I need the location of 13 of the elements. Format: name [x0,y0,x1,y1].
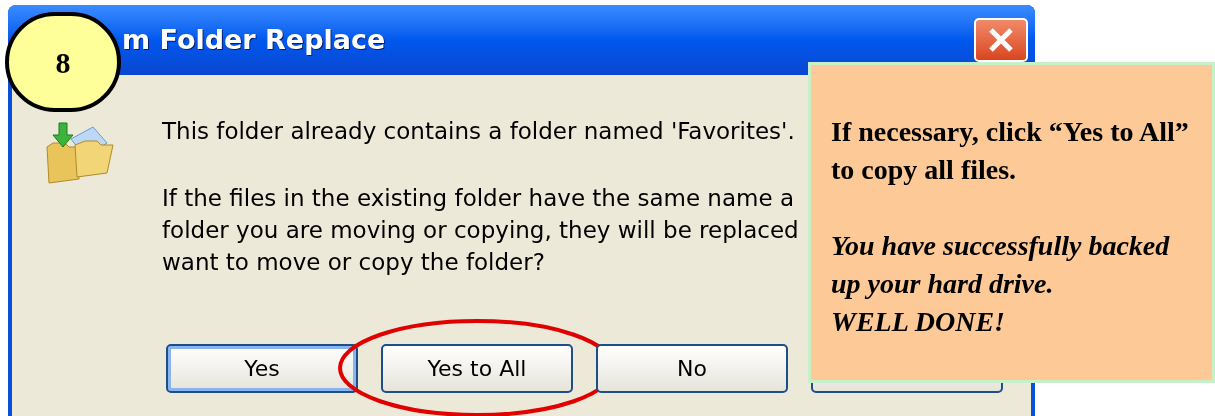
callout-text: You have successfully backed up your hard drive. [831,229,1171,301]
close-button[interactable] [974,18,1028,62]
callout-text: If necessary, click “Yes to All” to copy all files. [831,115,1190,187]
message-text: want to move or copy the folder? [162,248,546,277]
callout-text: WELL DONE! [831,305,1006,339]
dialog-button[interactable]: Yes [166,344,358,393]
dialog-button[interactable]: Yes to All [381,344,573,393]
close-icon [988,27,1014,53]
window-title: m Folder Replace [122,22,386,57]
message-text: This folder already contains a folder named 'Favorites'. [162,117,796,146]
message-text: If the files in the existing folder have the same name a [162,184,795,213]
message-text: folder you are moving or copying, they will be replaced [162,216,799,245]
dialog-button[interactable]: No [596,344,788,393]
